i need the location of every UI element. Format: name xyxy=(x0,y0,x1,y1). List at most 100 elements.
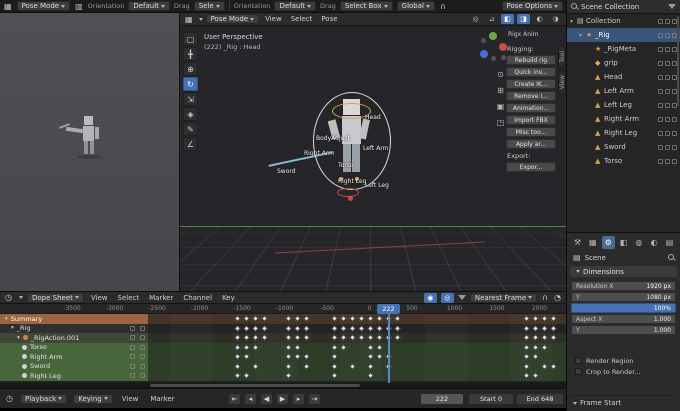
screen-icon[interactable] xyxy=(665,32,670,38)
rotate-tool-icon[interactable]: ↻ xyxy=(183,77,198,91)
pose-mode-dropdown[interactable]: Pose Mode xyxy=(16,1,71,11)
field-y[interactable]: Y 1080 px xyxy=(571,292,676,302)
sidebar-active-tab[interactable]: Rigx Anim xyxy=(508,31,539,38)
screen-icon[interactable] xyxy=(665,46,670,52)
disclosure-arrow-icon[interactable]: ▾ xyxy=(11,325,14,331)
outliner-item-right-arm[interactable]: ▲ Right Arm xyxy=(567,112,680,126)
screen-icon[interactable] xyxy=(665,88,670,94)
solid-shading-icon[interactable]: ◐ xyxy=(533,14,546,24)
lock-icon[interactable] xyxy=(140,335,145,341)
channel-label[interactable]: Right Leg xyxy=(0,371,148,381)
checkbox-icon[interactable] xyxy=(658,18,663,24)
channel-label[interactable]: ▾ Summary xyxy=(0,314,148,324)
current-frame-badge[interactable]: 222 xyxy=(377,304,400,314)
lock-icon[interactable] xyxy=(140,344,145,350)
screen-icon[interactable] xyxy=(665,18,670,24)
screen-icon[interactable] xyxy=(665,130,670,136)
gizmo-toggle-icon[interactable]: ◎ xyxy=(469,14,482,24)
output-tab-icon[interactable]: ⚙ xyxy=(601,236,615,249)
mode-dropdown[interactable]: Pose Mode xyxy=(205,14,260,24)
editor-type-icon[interactable]: ▦ xyxy=(3,2,13,11)
menu-channel[interactable]: Channel xyxy=(180,294,215,302)
checkbox-row-render-region[interactable]: Render Region xyxy=(575,355,676,366)
menu-view[interactable]: View xyxy=(119,395,142,403)
checkbox-row-crop-to-render[interactable]: Crop to Render... xyxy=(575,366,676,377)
frame-end-field[interactable]: End 648 xyxy=(516,393,564,405)
field-100[interactable]: 100% xyxy=(571,303,676,313)
outliner-item-head[interactable]: ▲ Head xyxy=(567,70,680,84)
screen-icon[interactable] xyxy=(665,158,670,164)
jump-end-button[interactable]: ⇥ xyxy=(308,393,321,405)
checkbox-icon[interactable] xyxy=(658,88,663,94)
rendered-shading-icon[interactable]: ◑ xyxy=(549,14,562,24)
mute-icon[interactable] xyxy=(130,335,135,341)
sidebar-tab-tool[interactable]: Tool xyxy=(558,46,566,68)
editor-type-icon[interactable]: ◷ xyxy=(4,293,13,302)
checkbox-icon[interactable] xyxy=(575,368,582,375)
checkbox-icon[interactable] xyxy=(658,74,663,80)
panel-button-create-ik[interactable]: Create IK... xyxy=(506,79,556,89)
prev-keyframe-button[interactable]: ◂ xyxy=(244,393,257,405)
lock-icon[interactable] xyxy=(140,354,145,360)
frame-start-row[interactable]: Frame Start xyxy=(571,395,676,407)
menu-view[interactable]: View xyxy=(262,15,285,23)
secondary-viewport[interactable] xyxy=(0,13,180,291)
snap-magnet-icon[interactable]: ∩ xyxy=(541,293,549,302)
checkbox-icon[interactable] xyxy=(658,130,663,136)
checkbox-icon[interactable] xyxy=(658,46,663,52)
checkbox-icon[interactable] xyxy=(658,116,663,122)
transform-tool-icon[interactable]: ◈ xyxy=(183,107,198,121)
menu-view[interactable]: View xyxy=(88,294,111,302)
screen-icon[interactable] xyxy=(665,74,670,80)
world-tab-icon[interactable]: ◐ xyxy=(648,236,661,249)
select-box-tool-icon[interactable]: ▢ xyxy=(183,32,198,46)
tool-tab-icon[interactable]: ⚒ xyxy=(571,236,584,249)
mute-icon[interactable] xyxy=(130,325,135,331)
editor-type-icon[interactable]: ◷ xyxy=(5,394,14,403)
checkbox-icon[interactable] xyxy=(658,144,663,150)
viewport-canvas[interactable]: User Perspective (222) _Rig : Head ▢ ╋ ⊕ ↻ ⇲… xyxy=(180,26,566,291)
channel-label[interactable]: Torso xyxy=(0,342,148,352)
menu-key[interactable]: Key xyxy=(219,294,238,302)
mute-icon[interactable] xyxy=(130,354,135,360)
outliner-item-torso[interactable]: ▲ Torso xyxy=(567,154,680,168)
channel-label[interactable]: Right Arm xyxy=(0,352,148,362)
mute-icon[interactable] xyxy=(130,373,135,379)
mute-icon[interactable] xyxy=(130,363,135,369)
channel-label[interactable]: ▾ _RigAction.001 xyxy=(0,333,148,343)
menu-select[interactable]: Select xyxy=(115,294,143,302)
screen-icon[interactable] xyxy=(665,102,670,108)
screen-icon[interactable] xyxy=(665,60,670,66)
menu-keying[interactable]: Keying xyxy=(73,393,113,404)
camera-icon[interactable] xyxy=(672,158,677,164)
camera-icon[interactable] xyxy=(672,144,677,150)
object-tab-icon[interactable]: ▤ xyxy=(663,236,676,249)
outliner-item-collection[interactable]: ▾ ▤ Collection xyxy=(567,14,680,28)
render-tab-icon[interactable]: ▦ xyxy=(586,236,599,249)
overlays-toggle-icon[interactable]: ◧ xyxy=(501,14,514,24)
channel-label[interactable]: ▾ _Rig xyxy=(0,323,148,333)
camera-icon[interactable] xyxy=(672,116,677,122)
view-layer-tab-icon[interactable]: ◧ xyxy=(617,236,630,249)
outliner-item-left-leg[interactable]: ▲ Left Leg xyxy=(567,98,680,112)
editor-type-icon[interactable]: ▦ xyxy=(184,15,194,24)
filter-funnel-icon[interactable] xyxy=(668,4,676,9)
panel-button-quick-inv[interactable]: Quick inv... xyxy=(506,67,556,77)
orientation-dropdown[interactable]: Default xyxy=(128,1,170,11)
gizmo-axis-dot[interactable] xyxy=(481,38,486,43)
jump-start-button[interactable]: ⇤ xyxy=(228,393,241,405)
channel-label[interactable]: Sword xyxy=(0,361,148,371)
measure-tool-icon[interactable]: ∠ xyxy=(183,137,198,151)
menu-pose[interactable]: Pose xyxy=(318,15,340,23)
panel-button-misc-too[interactable]: Misc too... xyxy=(506,127,556,137)
next-keyframe-button[interactable]: ▸ xyxy=(292,393,305,405)
field-resolution-x[interactable]: Resolution X 1920 px xyxy=(571,281,676,291)
field-y[interactable]: Y 1.000 xyxy=(571,325,676,335)
current-frame-line[interactable] xyxy=(388,304,390,383)
disclosure-arrow-icon[interactable]: ▾ xyxy=(579,32,586,39)
disclosure-arrow-icon[interactable]: ▾ xyxy=(570,18,577,25)
gizmo-axis-dot[interactable] xyxy=(491,56,496,61)
screen-icon[interactable] xyxy=(665,144,670,150)
editor-mode-dropdown[interactable]: Dope Sheet xyxy=(26,292,84,303)
disclosure-arrow-icon[interactable]: ▾ xyxy=(17,335,20,341)
